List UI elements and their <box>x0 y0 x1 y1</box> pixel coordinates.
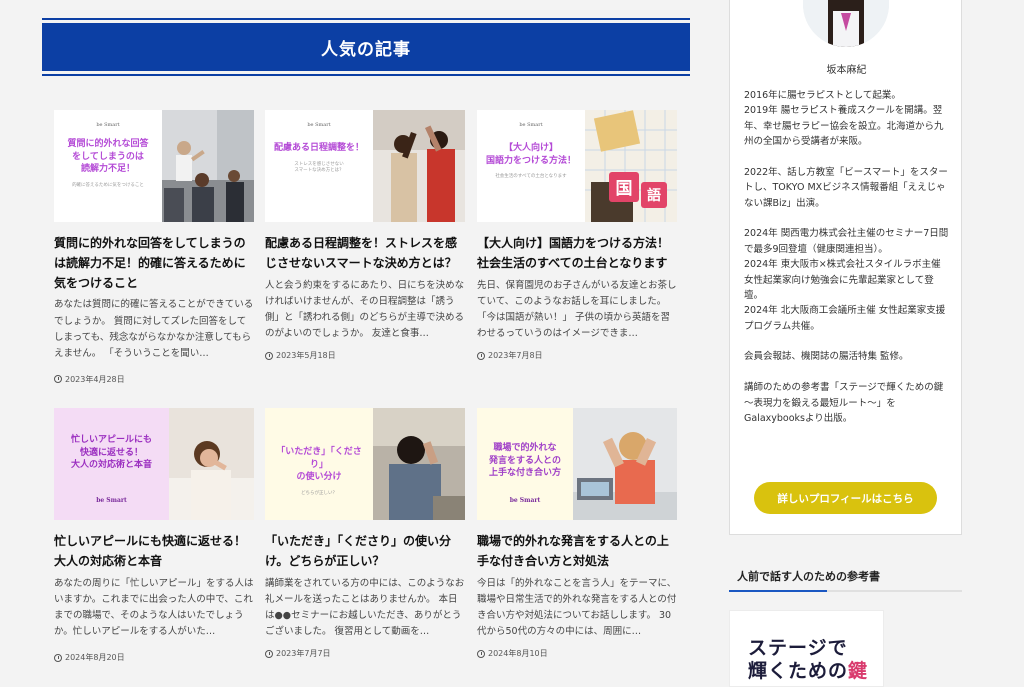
thumb-photo <box>373 110 465 222</box>
article-date-text: 2023年5月18日 <box>276 351 336 361</box>
thumb-subtitle: 社会生活のすべての土台となります <box>495 174 567 180</box>
thumb-logo: be Smart <box>509 497 541 504</box>
thumb-title: 職場で的外れな 発言をする人との 上手な付き合い方 <box>488 443 561 479</box>
main-content: 人気の記事 be Smart 質問に的外れな回答 をしてしまうのは 読解力不足！… <box>0 0 700 687</box>
article-date: 2023年5月18日 <box>265 350 465 361</box>
thumb-subtitle: 的確に答えるために気をつけること <box>72 182 144 188</box>
article-card[interactable]: 「いただき」「くださり」 の使い分け どちらが正しい？ 「いただき」「くださり」… <box>265 408 465 659</box>
article-date-text: 2023年7月7日 <box>276 649 331 659</box>
thumb-photo <box>169 408 254 520</box>
clock-icon <box>265 649 273 658</box>
article-title[interactable]: 職場で的外れな発言をする人との上手な付き合い方と対処法 <box>477 532 677 572</box>
heading-rule-top <box>42 18 690 20</box>
article-card[interactable]: 忙しいアピールにも 快適に返せる！ 大人の対応術と本音 be Smart 忙しい… <box>54 408 254 663</box>
article-date: 2024年8月10日 <box>477 648 677 659</box>
thumb-title: 【大人向け】 国語力をつける方法！ <box>485 143 576 166</box>
article-title[interactable]: 質問に的外れな回答をしてしまうのは読解力不足！的確に答えるために気をつけること <box>54 234 254 293</box>
clock-icon <box>477 649 485 658</box>
article-thumbnail[interactable]: 「いただき」「くださり」 の使い分け どちらが正しい？ <box>265 408 465 520</box>
thumb-photo <box>573 408 677 520</box>
profile-widget: 坂本麻紀 2016年に腸セラピストとして起業。 2019年 腸セラピスト養成スク… <box>729 0 962 535</box>
article-card[interactable]: be Smart 質問に的外れな回答 をしてしまうのは 読解力不足！ 的確に答え… <box>54 110 254 385</box>
books-heading-rule <box>729 590 962 592</box>
article-date: 2023年7月7日 <box>265 648 465 659</box>
article-title[interactable]: 【大人向け】国語力をつける方法！社会生活のすべての土台となります <box>477 234 677 274</box>
article-excerpt: 今日は「的外れなことを言う人」をテーマに、職場や日常生活で的外れな発言をする人と… <box>477 577 677 638</box>
article-card[interactable]: 職場で的外れな 発言をする人との 上手な付き合い方 be Smart 職場で的外… <box>477 408 677 659</box>
article-thumbnail[interactable]: 職場で的外れな 発言をする人との 上手な付き合い方 be Smart <box>477 408 677 520</box>
thumb-brand: be Smart <box>307 122 331 128</box>
thumb-subtitle: どちらが正しい？ <box>301 490 337 496</box>
article-excerpt: 人と会う約束をするにあたり、日にちを決めなければいけませんが、その日程調整は「誘… <box>265 279 465 340</box>
thumb-kanji-2: 語 <box>647 187 661 204</box>
heading-rule-bottom <box>42 74 690 76</box>
book-cover-line1: ステージで <box>748 637 848 659</box>
article-date-text: 2023年7月8日 <box>488 351 543 361</box>
profile-details-button[interactable]: 詳しいプロフィールはこちら <box>754 482 937 514</box>
article-thumbnail[interactable]: be Smart 配慮ある日程調整を！ ストレスを感じさせない スマートな決め方… <box>265 110 465 222</box>
thumb-title: 配慮ある日程調整を！ <box>273 143 364 153</box>
article-excerpt: あなたは質問に的確に答えることができているでしょうか。 質問に対してズレた回答を… <box>54 299 254 359</box>
clock-icon <box>54 375 62 384</box>
books-heading: 人前で話す人のための参考書 <box>737 570 880 583</box>
article-date: 2023年7月8日 <box>477 350 677 361</box>
thumb-photo <box>162 110 254 222</box>
article-thumbnail[interactable]: be Smart 【大人向け】 国語力をつける方法！ 社会生活のすべての土台とな… <box>477 110 677 222</box>
article-title[interactable]: 「いただき」「くださり」の使い分け。どちらが正しい？ <box>265 532 465 572</box>
book-cover-line2-a: 輝くための <box>748 659 849 682</box>
article-date-text: 2024年8月10日 <box>488 649 548 659</box>
article-excerpt: あなたの周りに「忙しいアピール」をする人はいますか。これまでに出会った人の中で、… <box>54 577 254 638</box>
thumb-photo: 国 語 <box>585 110 677 222</box>
profile-name: 坂本麻紀 <box>826 65 867 76</box>
book-cover-line2: 輝くための鍵 <box>748 660 883 683</box>
thumb-photo <box>373 408 465 520</box>
thumb-title: 「いただき」「くださり」 の使い分け <box>276 447 362 483</box>
article-title[interactable]: 配慮ある日程調整を！ストレスを感じさせないスマートな決め方とは？ <box>265 234 465 274</box>
thumb-title: 質問に的外れな回答 をしてしまうのは 読解力不足！ <box>67 139 149 175</box>
thumb-title: 忙しいアピールにも 快適に返せる！ 大人の対応術と本音 <box>70 435 152 471</box>
thumb-logo: be Smart <box>96 497 127 504</box>
article-card[interactable]: be Smart 配慮ある日程調整を！ ストレスを感じさせない スマートな決め方… <box>265 110 465 361</box>
article-thumbnail[interactable]: 忙しいアピールにも 快適に返せる！ 大人の対応術と本音 be Smart <box>54 408 254 520</box>
article-excerpt: 先日、保育園児のお子さんがいる友達とお茶していて、このようなお話しを耳にしました… <box>477 279 677 340</box>
book-cover-accent: 鍵 <box>848 659 869 682</box>
clock-icon <box>265 351 273 360</box>
avatar <box>803 0 889 47</box>
thumb-subtitle: ストレスを感じさせない スマートな決め方とは？ <box>294 161 344 173</box>
article-date: 2023年4月28日 <box>54 374 254 385</box>
thumb-brand: be Smart <box>519 122 543 128</box>
book-cover[interactable]: ステージで 輝くための鍵 <box>729 610 884 687</box>
article-date-text: 2024年8月20日 <box>65 653 125 663</box>
heading-bar: 人気の記事 <box>42 23 690 71</box>
article-date-text: 2023年4月28日 <box>65 374 125 384</box>
article-title[interactable]: 忙しいアピールにも快適に返せる！大人の対応術と本音 <box>54 532 254 572</box>
thumb-kanji-1: 国 <box>616 179 633 199</box>
section-title: 人気の記事 <box>321 39 411 60</box>
clock-icon <box>477 351 485 360</box>
popular-articles-heading: 人気の記事 <box>42 18 690 78</box>
article-excerpt: 講師業をされている方の中には、このようなお礼メールを送ったことはありませんか。 … <box>265 577 465 638</box>
article-card[interactable]: be Smart 【大人向け】 国語力をつける方法！ 社会生活のすべての土台とな… <box>477 110 677 361</box>
article-thumbnail[interactable]: be Smart 質問に的外れな回答 をしてしまうのは 読解力不足！ 的確に答え… <box>54 110 254 222</box>
thumb-brand: be Smart <box>96 122 120 128</box>
clock-icon <box>54 653 62 662</box>
article-date: 2024年8月20日 <box>54 652 254 663</box>
profile-bio: 2016年に腸セラピストとして起業。 2019年 腸セラピスト養成スクールを開講… <box>744 90 949 424</box>
